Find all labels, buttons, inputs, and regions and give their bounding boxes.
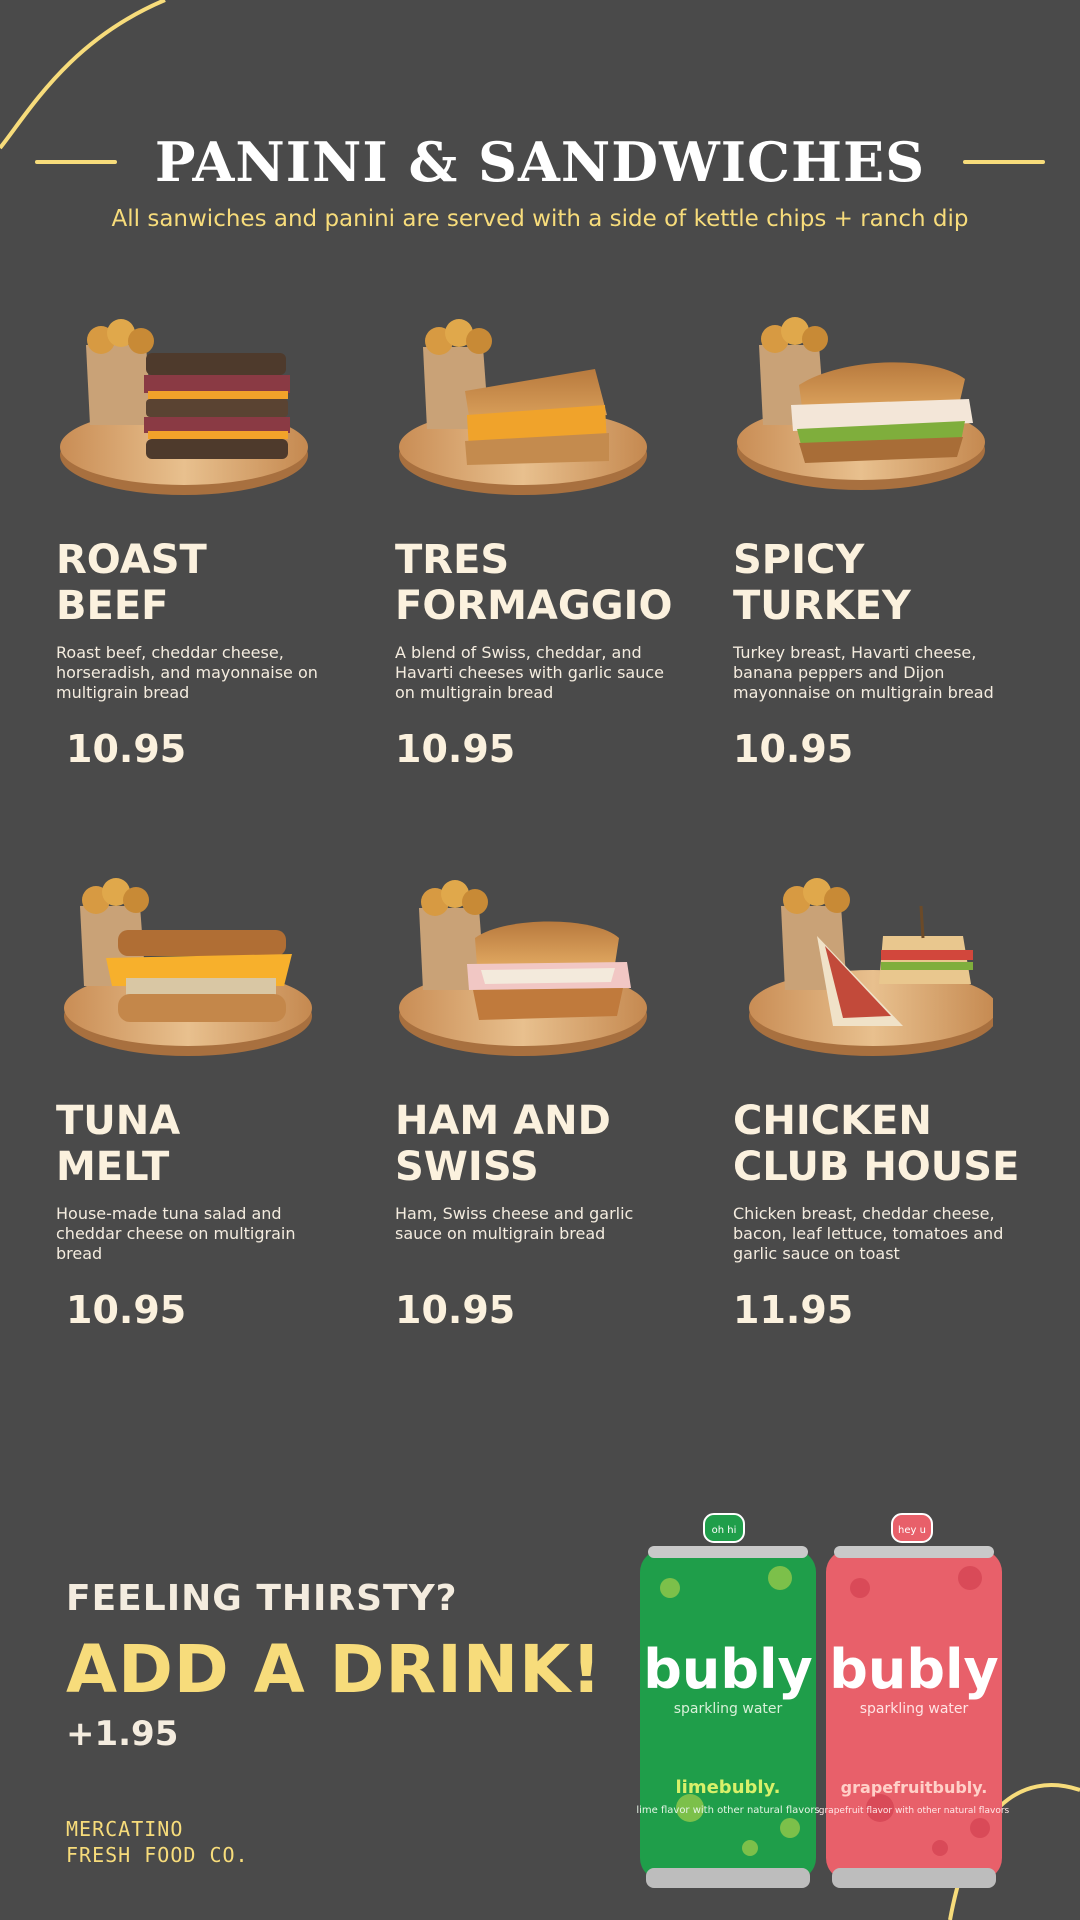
- item-price: 10.95: [66, 1288, 187, 1332]
- tuna-melt-image: [64, 878, 312, 1056]
- menu-item-chicken-club-house: CHICKEN CLUB HOUSE Chicken breast, chedd…: [733, 866, 1053, 1332]
- can-cap-text: hey u: [898, 1525, 926, 1536]
- drink-cta: ADD A DRINK!: [66, 1631, 603, 1708]
- menu-item-spicy-turkey: SPICY TURKEY Turkey breast, Havarti chee…: [733, 305, 1053, 771]
- drink-promo: FEELING THIRSTY? ADD A DRINK! +1.95: [66, 1578, 602, 1754]
- drink-question: FEELING THIRSTY?: [66, 1578, 458, 1619]
- title-divider-right: [963, 160, 1046, 164]
- footer-brand-logo: MERCATINO FRESH FOOD CO.: [66, 1817, 249, 1867]
- grapefruit-can: hey u bubly sparkling water grapefruitbu…: [819, 1513, 1010, 1888]
- item-description: A blend of Swiss, cheddar, and Havarti c…: [395, 643, 664, 702]
- item-description: Roast beef, cheddar cheese, horseradish,…: [56, 643, 318, 702]
- item-price: 10.95: [395, 727, 516, 771]
- page-title: PANINI & SANDWICHES: [154, 130, 926, 194]
- item-name: HAM AND SWISS: [395, 1098, 611, 1190]
- can-brand: bubly: [829, 1638, 998, 1701]
- drink-cans-image: oh hi bubly sparkling water limebubly. l…: [636, 1513, 1010, 1888]
- item-description: Ham, Swiss cheese and garlic sauce on mu…: [395, 1204, 634, 1243]
- can-brand: bubly: [643, 1638, 812, 1701]
- can-cap-text: oh hi: [712, 1525, 737, 1536]
- can-flavor-desc: lime flavor with other natural flavors: [636, 1805, 819, 1816]
- menu-item-roast-beef: ROAST BEEF Roast beef, cheddar cheese, h…: [56, 305, 376, 771]
- tres-formaggio-image: [399, 319, 647, 495]
- lime-can: oh hi bubly sparkling water limebubly. l…: [636, 1513, 820, 1888]
- item-description: Chicken breast, cheddar cheese, bacon, l…: [733, 1204, 1004, 1263]
- menu-item-tuna-melt: TUNA MELT House-made tuna salad and ched…: [56, 866, 376, 1332]
- title-divider-left: [34, 160, 117, 164]
- item-name: CHICKEN CLUB HOUSE: [733, 1098, 1020, 1190]
- item-name: ROAST BEEF: [56, 537, 207, 629]
- item-price: 10.95: [66, 727, 187, 771]
- item-price: 10.95: [733, 727, 854, 771]
- can-sub: sparkling water: [674, 1701, 783, 1717]
- item-name: SPICY TURKEY: [733, 537, 911, 629]
- page-subtitle: All sanwiches and panini are served with…: [111, 206, 969, 232]
- ham-and-swiss-image: [399, 880, 647, 1056]
- drink-price: +1.95: [66, 1714, 179, 1754]
- can-flavor: grapefruitbubly.: [841, 1778, 988, 1797]
- item-price: 10.95: [395, 1288, 516, 1332]
- can-sub: sparkling water: [860, 1701, 969, 1717]
- item-name: TUNA MELT: [56, 1098, 181, 1190]
- chicken-club-house-image: [749, 878, 997, 1056]
- menu-header: PANINI & SANDWICHES All sanwiches and pa…: [0, 130, 1080, 232]
- menu-item-tres-formaggio: TRES FORMAGGIO A blend of Swiss, cheddar…: [395, 305, 715, 771]
- item-description: House-made tuna salad and cheddar cheese…: [56, 1204, 296, 1263]
- item-name: TRES FORMAGGIO: [395, 537, 673, 629]
- item-description: Turkey breast, Havarti cheese, banana pe…: [733, 643, 994, 702]
- menu-item-ham-and-swiss: HAM AND SWISS Ham, Swiss cheese and garl…: [395, 866, 715, 1332]
- roast-beef-image: [60, 319, 308, 495]
- can-flavor: limebubly.: [676, 1777, 781, 1798]
- spicy-turkey-image: [737, 317, 985, 490]
- can-flavor-desc: grapefruit flavor with other natural fla…: [819, 1806, 1010, 1816]
- item-price: 11.95: [733, 1288, 854, 1332]
